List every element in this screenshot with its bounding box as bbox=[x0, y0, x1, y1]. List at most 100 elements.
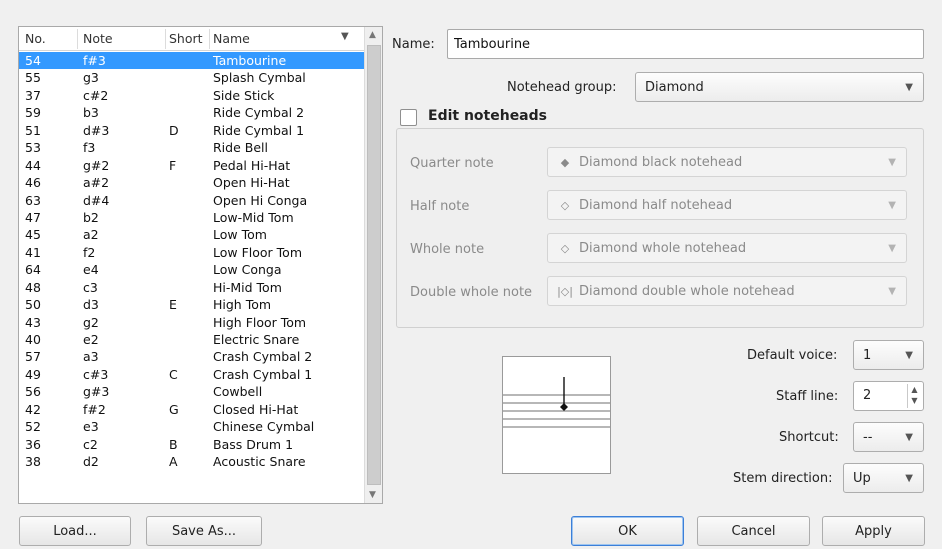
save-as-button[interactable]: Save As... bbox=[146, 516, 262, 546]
cell-note: a3 bbox=[83, 349, 99, 365]
name-field[interactable] bbox=[447, 29, 924, 59]
table-row[interactable]: 38 d2 A Acoustic Snare bbox=[19, 453, 364, 470]
cell-name: Low Floor Tom bbox=[213, 244, 302, 260]
spin-arrows-icon[interactable]: ▲ ▼ bbox=[907, 384, 921, 408]
table-row[interactable]: 40 e2 Electric Snare bbox=[19, 331, 364, 348]
cell-name: Tambourine bbox=[213, 53, 287, 68]
column-header-short[interactable]: Short bbox=[169, 31, 203, 46]
cell-name: Pedal Hi-Hat bbox=[213, 157, 291, 173]
cell-no: 59 bbox=[25, 105, 41, 121]
scroll-down-icon[interactable]: ▼ bbox=[369, 490, 376, 500]
cell-name: Low-Mid Tom bbox=[213, 209, 294, 225]
table-row[interactable]: 57 a3 Crash Cymbal 2 bbox=[19, 348, 364, 365]
table-row[interactable]: 46 a#2 Open Hi-Hat bbox=[19, 174, 364, 191]
cell-note: d#3 bbox=[83, 122, 110, 138]
notehead-group-label: Notehead group: bbox=[507, 80, 617, 95]
notehead-dropdown[interactable]: ◇ Diamond half notehead ▼ bbox=[547, 190, 907, 220]
table-row[interactable]: 47 b2 Low-Mid Tom bbox=[19, 209, 364, 226]
scroll-up-icon[interactable]: ▲ bbox=[369, 30, 376, 40]
cancel-button[interactable]: Cancel bbox=[697, 516, 810, 546]
cell-no: 38 bbox=[25, 454, 41, 470]
table-row[interactable]: 63 d#4 Open Hi Conga bbox=[19, 192, 364, 209]
cell-short: C bbox=[169, 366, 178, 382]
staff-line-spinbox[interactable]: 2 ▲ ▼ bbox=[853, 381, 924, 411]
notehead-glyph-icon: |◇| bbox=[557, 284, 573, 298]
cell-no: 64 bbox=[25, 262, 41, 278]
notehead-dropdown[interactable]: |◇| Diamond double whole notehead ▼ bbox=[547, 276, 907, 306]
cell-name: Bass Drum 1 bbox=[213, 436, 294, 452]
table-row[interactable]: 59 b3 Ride Cymbal 2 bbox=[19, 104, 364, 121]
cell-no: 52 bbox=[25, 419, 41, 435]
cell-name: Cowbell bbox=[213, 384, 263, 400]
shortcut-dropdown[interactable]: -- ▼ bbox=[853, 422, 924, 452]
notehead-value: Diamond whole notehead bbox=[579, 240, 747, 256]
chevron-down-icon: ▼ bbox=[888, 157, 896, 168]
table-row[interactable]: 52 e3 Chinese Cymbal bbox=[19, 418, 364, 435]
table-row[interactable]: 56 g#3 Cowbell bbox=[19, 383, 364, 400]
cell-note: d3 bbox=[83, 297, 99, 313]
drum-table[interactable]: No. Note Short Name ▼ 54 f#3 Tambourine 55 g… bbox=[18, 26, 383, 504]
column-divider bbox=[77, 29, 78, 49]
table-row[interactable]: 42 f#2 G Closed Hi-Hat bbox=[19, 401, 364, 418]
default-voice-dropdown[interactable]: 1 ▼ bbox=[853, 340, 924, 370]
cell-no: 49 bbox=[25, 366, 41, 382]
default-voice-label: Default voice: bbox=[747, 348, 838, 363]
column-header-no[interactable]: No. bbox=[25, 31, 46, 46]
edit-noteheads-label[interactable]: Edit noteheads bbox=[422, 108, 553, 124]
cell-note: f2 bbox=[83, 244, 96, 260]
cell-no: 46 bbox=[25, 175, 41, 191]
cell-name: Crash Cymbal 2 bbox=[213, 349, 313, 365]
table-row[interactable]: 43 g2 High Floor Tom bbox=[19, 314, 364, 331]
table-row[interactable]: 51 d#3 D Ride Cymbal 1 bbox=[19, 122, 364, 139]
cell-note: a#2 bbox=[83, 175, 110, 191]
cell-note: e2 bbox=[83, 332, 99, 347]
table-row[interactable]: 50 d3 E High Tom bbox=[19, 296, 364, 313]
cell-note: c3 bbox=[83, 279, 98, 295]
table-rows: 54 f#3 Tambourine 55 g3 Splash Cymbal 37 c#2 Sid… bbox=[19, 52, 364, 471]
notehead-dropdown[interactable]: ◆ Diamond black notehead ▼ bbox=[547, 147, 907, 177]
notehead-group-dropdown[interactable]: Diamond ▼ bbox=[635, 72, 924, 102]
chevron-down-icon: ▼ bbox=[888, 200, 896, 211]
diamond-notehead-icon bbox=[560, 403, 568, 411]
cell-name: High Tom bbox=[213, 297, 272, 313]
cell-name: Open Hi Conga bbox=[213, 192, 308, 208]
table-row[interactable]: 48 c3 Hi-Mid Tom bbox=[19, 279, 364, 296]
chevron-down-icon: ▼ bbox=[905, 82, 913, 93]
ok-button[interactable]: OK bbox=[571, 516, 684, 546]
cell-no: 40 bbox=[25, 332, 41, 347]
notehead-glyph-icon: ◇ bbox=[560, 198, 570, 212]
table-row[interactable]: 41 f2 Low Floor Tom bbox=[19, 244, 364, 261]
table-row[interactable]: 55 g3 Splash Cymbal bbox=[19, 69, 364, 86]
notehead-dropdown[interactable]: ◇ Diamond whole notehead ▼ bbox=[547, 233, 907, 263]
table-header: No. Note Short Name ▼ bbox=[19, 27, 364, 51]
scrollbar-thumb[interactable] bbox=[367, 45, 381, 485]
table-row[interactable]: 49 c#3 C Crash Cymbal 1 bbox=[19, 366, 364, 383]
table-row[interactable]: 53 f3 Ride Bell bbox=[19, 139, 364, 156]
apply-button[interactable]: Apply bbox=[822, 516, 925, 546]
vertical-scrollbar[interactable]: ▲ ▼ bbox=[364, 27, 382, 503]
chevron-down-icon: ▼ bbox=[888, 286, 896, 297]
cell-name: Splash Cymbal bbox=[213, 70, 306, 86]
cell-no: 36 bbox=[25, 436, 41, 452]
chevron-down-icon: ▼ bbox=[905, 432, 913, 443]
column-divider bbox=[209, 29, 210, 49]
load-button[interactable]: Load... bbox=[19, 516, 131, 546]
sort-descending-icon[interactable]: ▼ bbox=[341, 31, 349, 42]
table-row[interactable]: 54 f#3 Tambourine bbox=[19, 52, 364, 70]
chevron-down-icon: ▼ bbox=[888, 243, 896, 254]
cell-name: Chinese Cymbal bbox=[213, 419, 315, 435]
column-header-note[interactable]: Note bbox=[83, 31, 113, 46]
column-divider bbox=[165, 29, 166, 49]
table-row[interactable]: 37 c#2 Side Stick bbox=[19, 87, 364, 104]
table-row[interactable]: 45 a2 Low Tom bbox=[19, 226, 364, 243]
cell-note: b2 bbox=[83, 209, 99, 225]
table-row[interactable]: 44 g#2 F Pedal Hi-Hat bbox=[19, 157, 364, 174]
stem-direction-dropdown[interactable]: Up ▼ bbox=[843, 463, 924, 493]
cell-no: 50 bbox=[25, 297, 41, 313]
column-header-name[interactable]: Name bbox=[213, 31, 250, 46]
table-row[interactable]: 36 c2 B Bass Drum 1 bbox=[19, 436, 364, 453]
cell-note: d2 bbox=[83, 454, 99, 470]
notehead-label: Whole note bbox=[410, 242, 485, 257]
table-row[interactable]: 64 e4 Low Conga bbox=[19, 261, 364, 278]
edit-noteheads-checkbox[interactable] bbox=[400, 109, 417, 126]
